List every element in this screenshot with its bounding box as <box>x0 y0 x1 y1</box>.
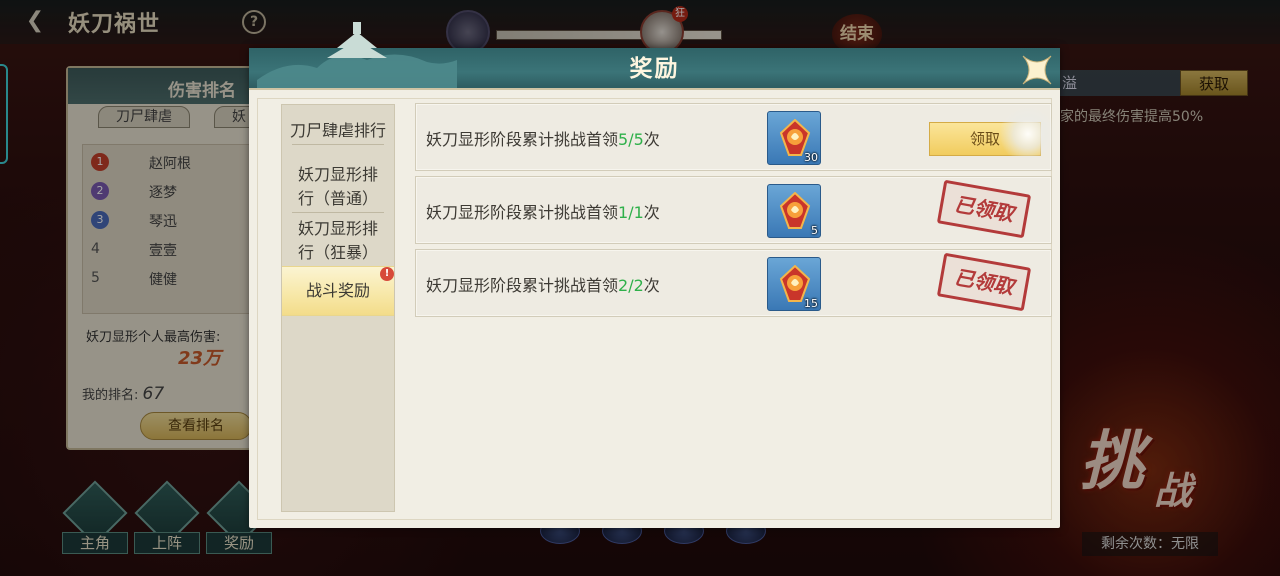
reward-nav: 刀尸肆虐排行 妖刀显形排行（普通） 妖刀显形排行（狂暴） 战斗奖励 ! <box>281 104 395 512</box>
reward-progress: 1/1 <box>618 203 644 222</box>
reward-text-prefix: 妖刀显形阶段累计挑战首领 <box>426 276 619 295</box>
claimed-stamp: 已领取 <box>936 179 1032 239</box>
reward-modal: 奖励 刀尸肆虐排行 妖刀显形排行（普通） 妖刀显形排行（狂暴） 战斗奖励 ! 妖… <box>249 22 1060 528</box>
claim-sparkle-icon <box>1000 104 1056 164</box>
item-count: 30 <box>804 151 818 164</box>
nav-item-berserk-rank[interactable]: 妖刀显形排行（狂暴） <box>282 217 394 267</box>
reward-row: 妖刀显形阶段累计挑战首领1/1次 5 已领取 <box>415 176 1052 244</box>
reward-progress: 5/5 <box>618 130 644 149</box>
item-count: 15 <box>804 297 818 310</box>
nav-item-battle-reward[interactable]: 战斗奖励 ! <box>282 266 394 316</box>
reward-description: 妖刀显形阶段累计挑战首领1/1次 <box>426 199 660 223</box>
reward-item[interactable]: 15 <box>767 257 821 311</box>
modal-header: 奖励 <box>249 22 1060 90</box>
alert-icon: ! <box>380 267 394 281</box>
fire-gem-icon <box>779 192 811 229</box>
reward-description: 妖刀显形阶段累计挑战首领2/2次 <box>426 272 660 296</box>
reward-item[interactable]: 30 <box>767 111 821 165</box>
reward-row: 妖刀显形阶段累计挑战首领2/2次 15 已领取 <box>415 249 1052 317</box>
reward-progress: 2/2 <box>618 276 644 295</box>
reward-text-suffix: 次 <box>643 130 660 149</box>
close-icon[interactable] <box>1019 52 1055 88</box>
reward-item[interactable]: 5 <box>767 184 821 238</box>
modal-title: 奖励 <box>629 56 680 82</box>
reward-text-prefix: 妖刀显形阶段累计挑战首领 <box>426 203 619 222</box>
nav-item-label: 战斗奖励 <box>305 281 370 300</box>
reward-text-suffix: 次 <box>643 203 660 222</box>
reward-text-prefix: 妖刀显形阶段累计挑战首领 <box>426 130 619 149</box>
reward-text-suffix: 次 <box>643 276 660 295</box>
reward-row: 妖刀显形阶段累计挑战首领5/5次 30 领取 <box>415 103 1056 171</box>
nav-item-normal-rank[interactable]: 妖刀显形排行（普通） <box>282 163 394 213</box>
reward-description: 妖刀显形阶段累计挑战首领5/5次 <box>426 126 660 150</box>
nav-item-corpse-rank[interactable]: 刀尸肆虐排行 <box>282 119 394 145</box>
item-count: 5 <box>811 224 818 237</box>
claimed-stamp: 已领取 <box>936 252 1032 312</box>
